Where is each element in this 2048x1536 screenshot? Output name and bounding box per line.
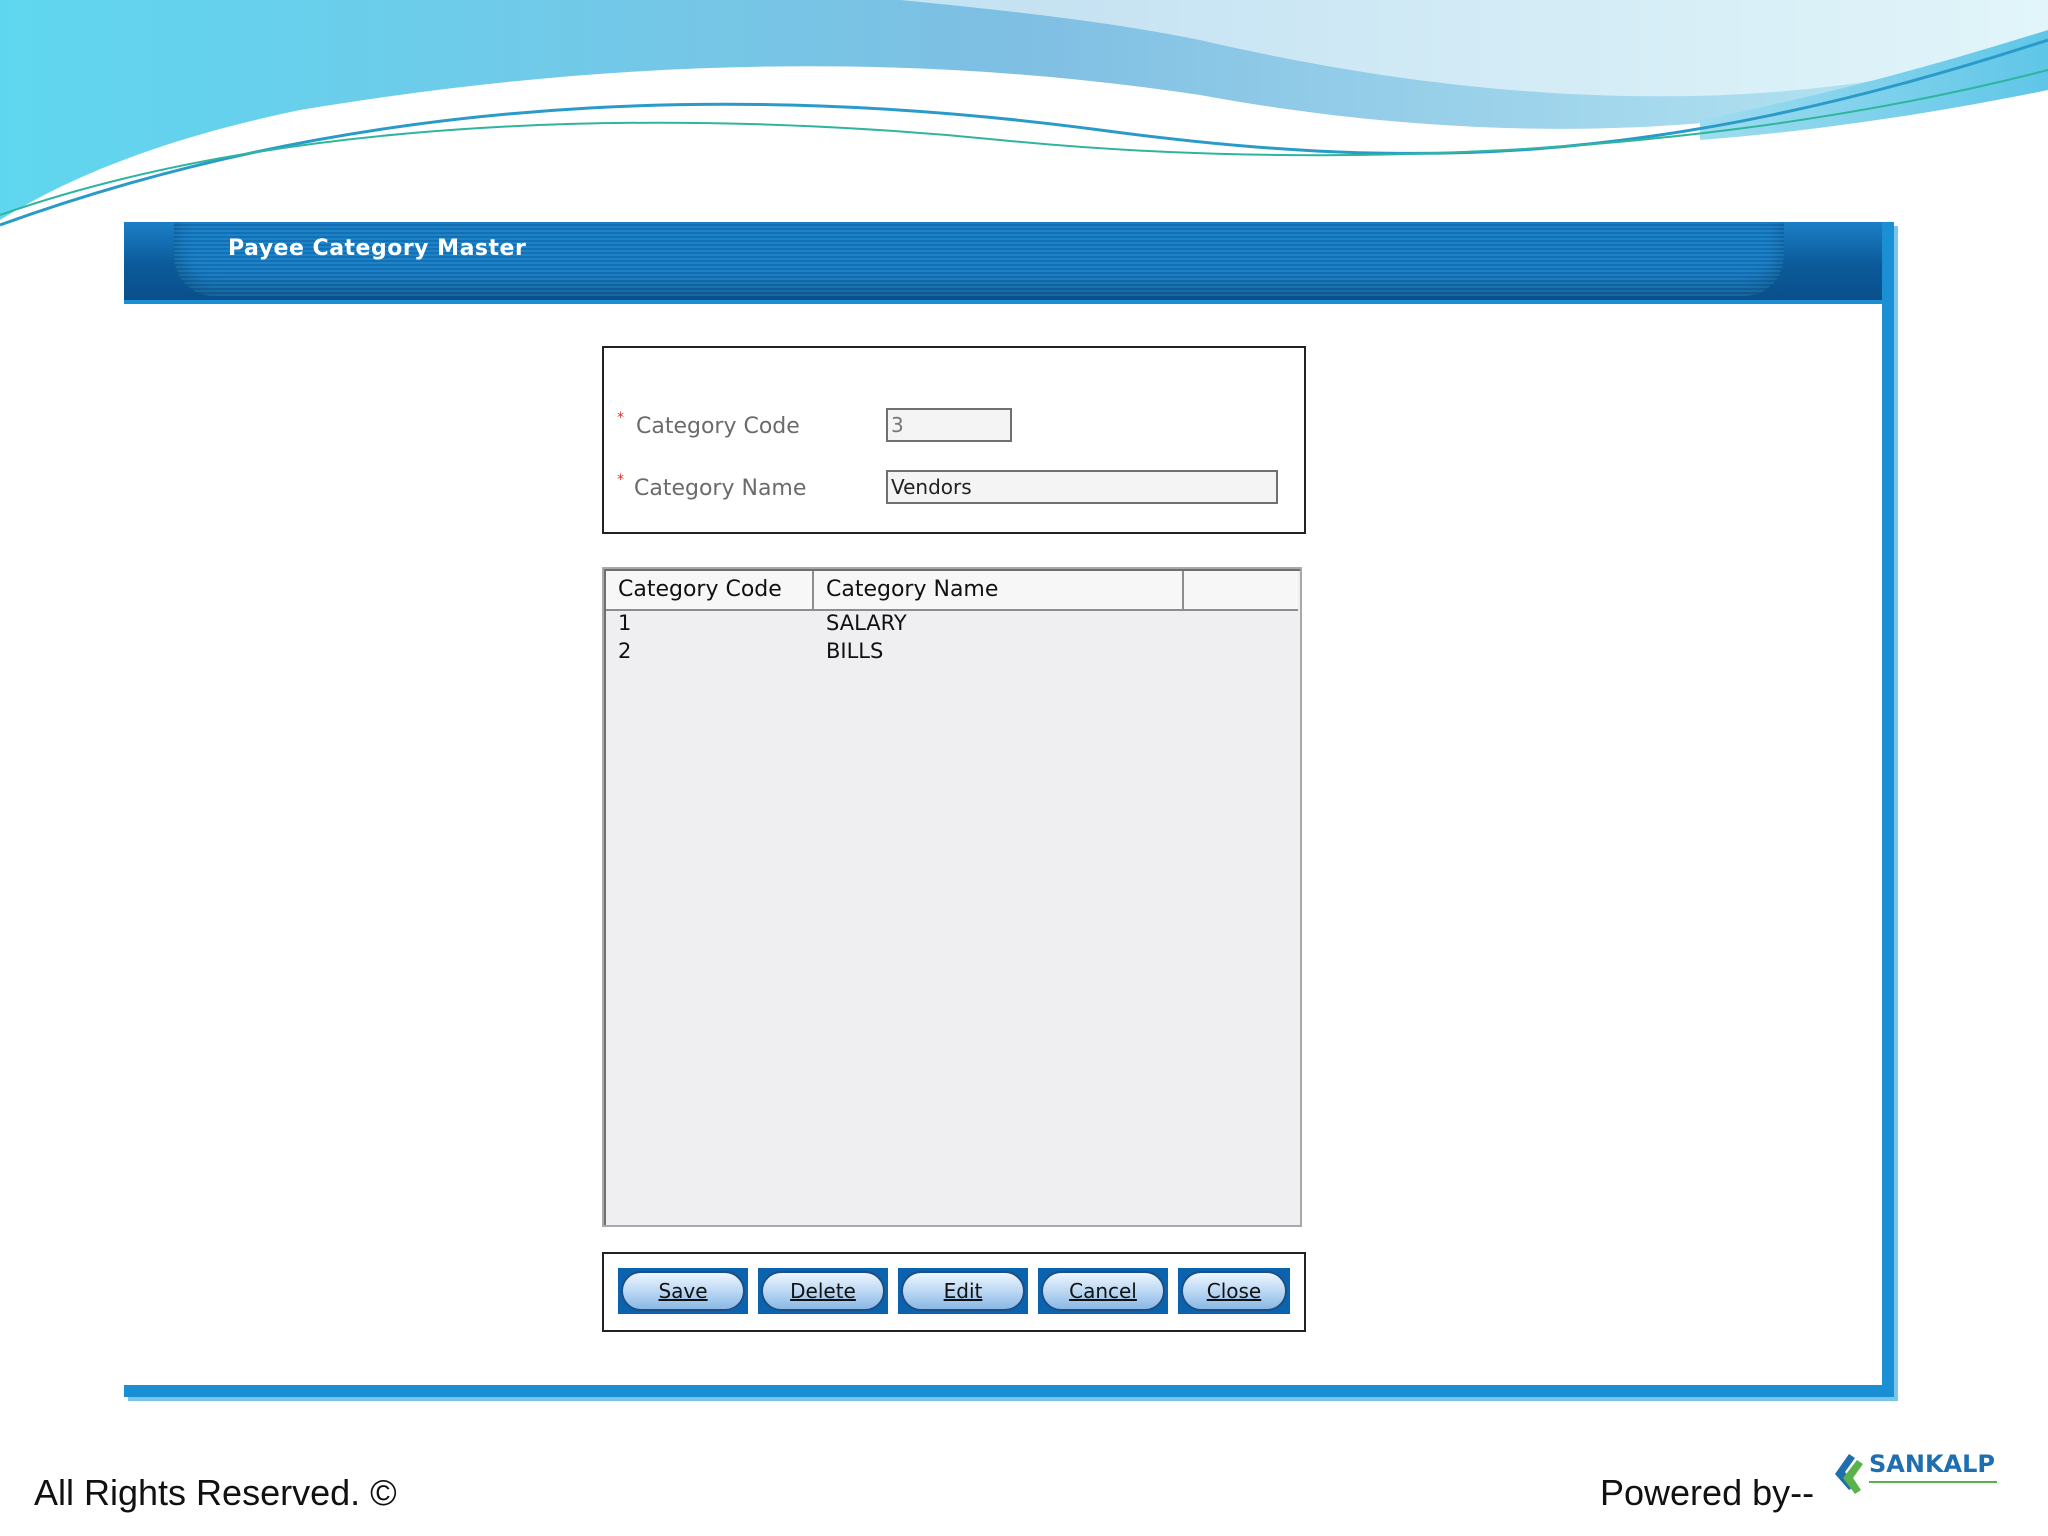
cancel-button[interactable]: Cancel: [1038, 1268, 1168, 1314]
logo-text: SANKALP: [1869, 1450, 1995, 1478]
window-title: Payee Category Master: [228, 236, 527, 261]
category-form: * Category Code 3 * Category Name Vendor…: [602, 346, 1306, 534]
row-category-name: BILLS: [826, 639, 884, 663]
row-category-code: 2: [618, 639, 632, 663]
table-row[interactable]: 2 BILLS: [606, 639, 1298, 667]
column-header-blank: [1184, 571, 1298, 609]
row-category-code: 1: [618, 611, 632, 635]
category-name-label: Category Name: [634, 476, 807, 501]
delete-button[interactable]: Delete: [758, 1268, 888, 1314]
save-button[interactable]: Save: [618, 1268, 748, 1314]
close-button-label: Close: [1181, 1271, 1287, 1311]
column-header-category-name[interactable]: Category Name: [814, 571, 1184, 609]
edit-button-label: Edit: [901, 1271, 1025, 1311]
sankalp-logo: SANKALP: [1835, 1450, 1997, 1494]
category-grid[interactable]: Category Code Category Name 1 SALARY 2 B…: [602, 567, 1302, 1227]
required-marker: *: [617, 410, 624, 426]
category-code-input[interactable]: 3: [886, 408, 1012, 442]
row-category-name: SALARY: [826, 611, 907, 635]
powered-by-text: Powered by--: [1600, 1472, 1815, 1513]
table-row[interactable]: 1 SALARY: [606, 611, 1298, 639]
payee-category-window: Payee Category Master * Category Code 3 …: [124, 222, 1894, 1397]
required-marker: *: [617, 472, 624, 488]
cancel-button-label: Cancel: [1041, 1271, 1165, 1311]
grid-header: Category Code Category Name: [606, 571, 1298, 611]
delete-button-label: Delete: [761, 1271, 885, 1311]
column-header-category-code[interactable]: Category Code: [606, 571, 814, 609]
edit-button[interactable]: Edit: [898, 1268, 1028, 1314]
action-button-bar: Save Delete Edit Cancel Close: [602, 1252, 1306, 1332]
window-titlebar: Payee Category Master: [124, 222, 1882, 304]
category-name-input[interactable]: Vendors: [886, 470, 1278, 504]
save-button-label: Save: [621, 1271, 745, 1311]
category-code-label: Category Code: [636, 414, 800, 439]
copyright-text: All Rights Reserved. ©: [34, 1472, 397, 1513]
close-button[interactable]: Close: [1178, 1268, 1290, 1314]
